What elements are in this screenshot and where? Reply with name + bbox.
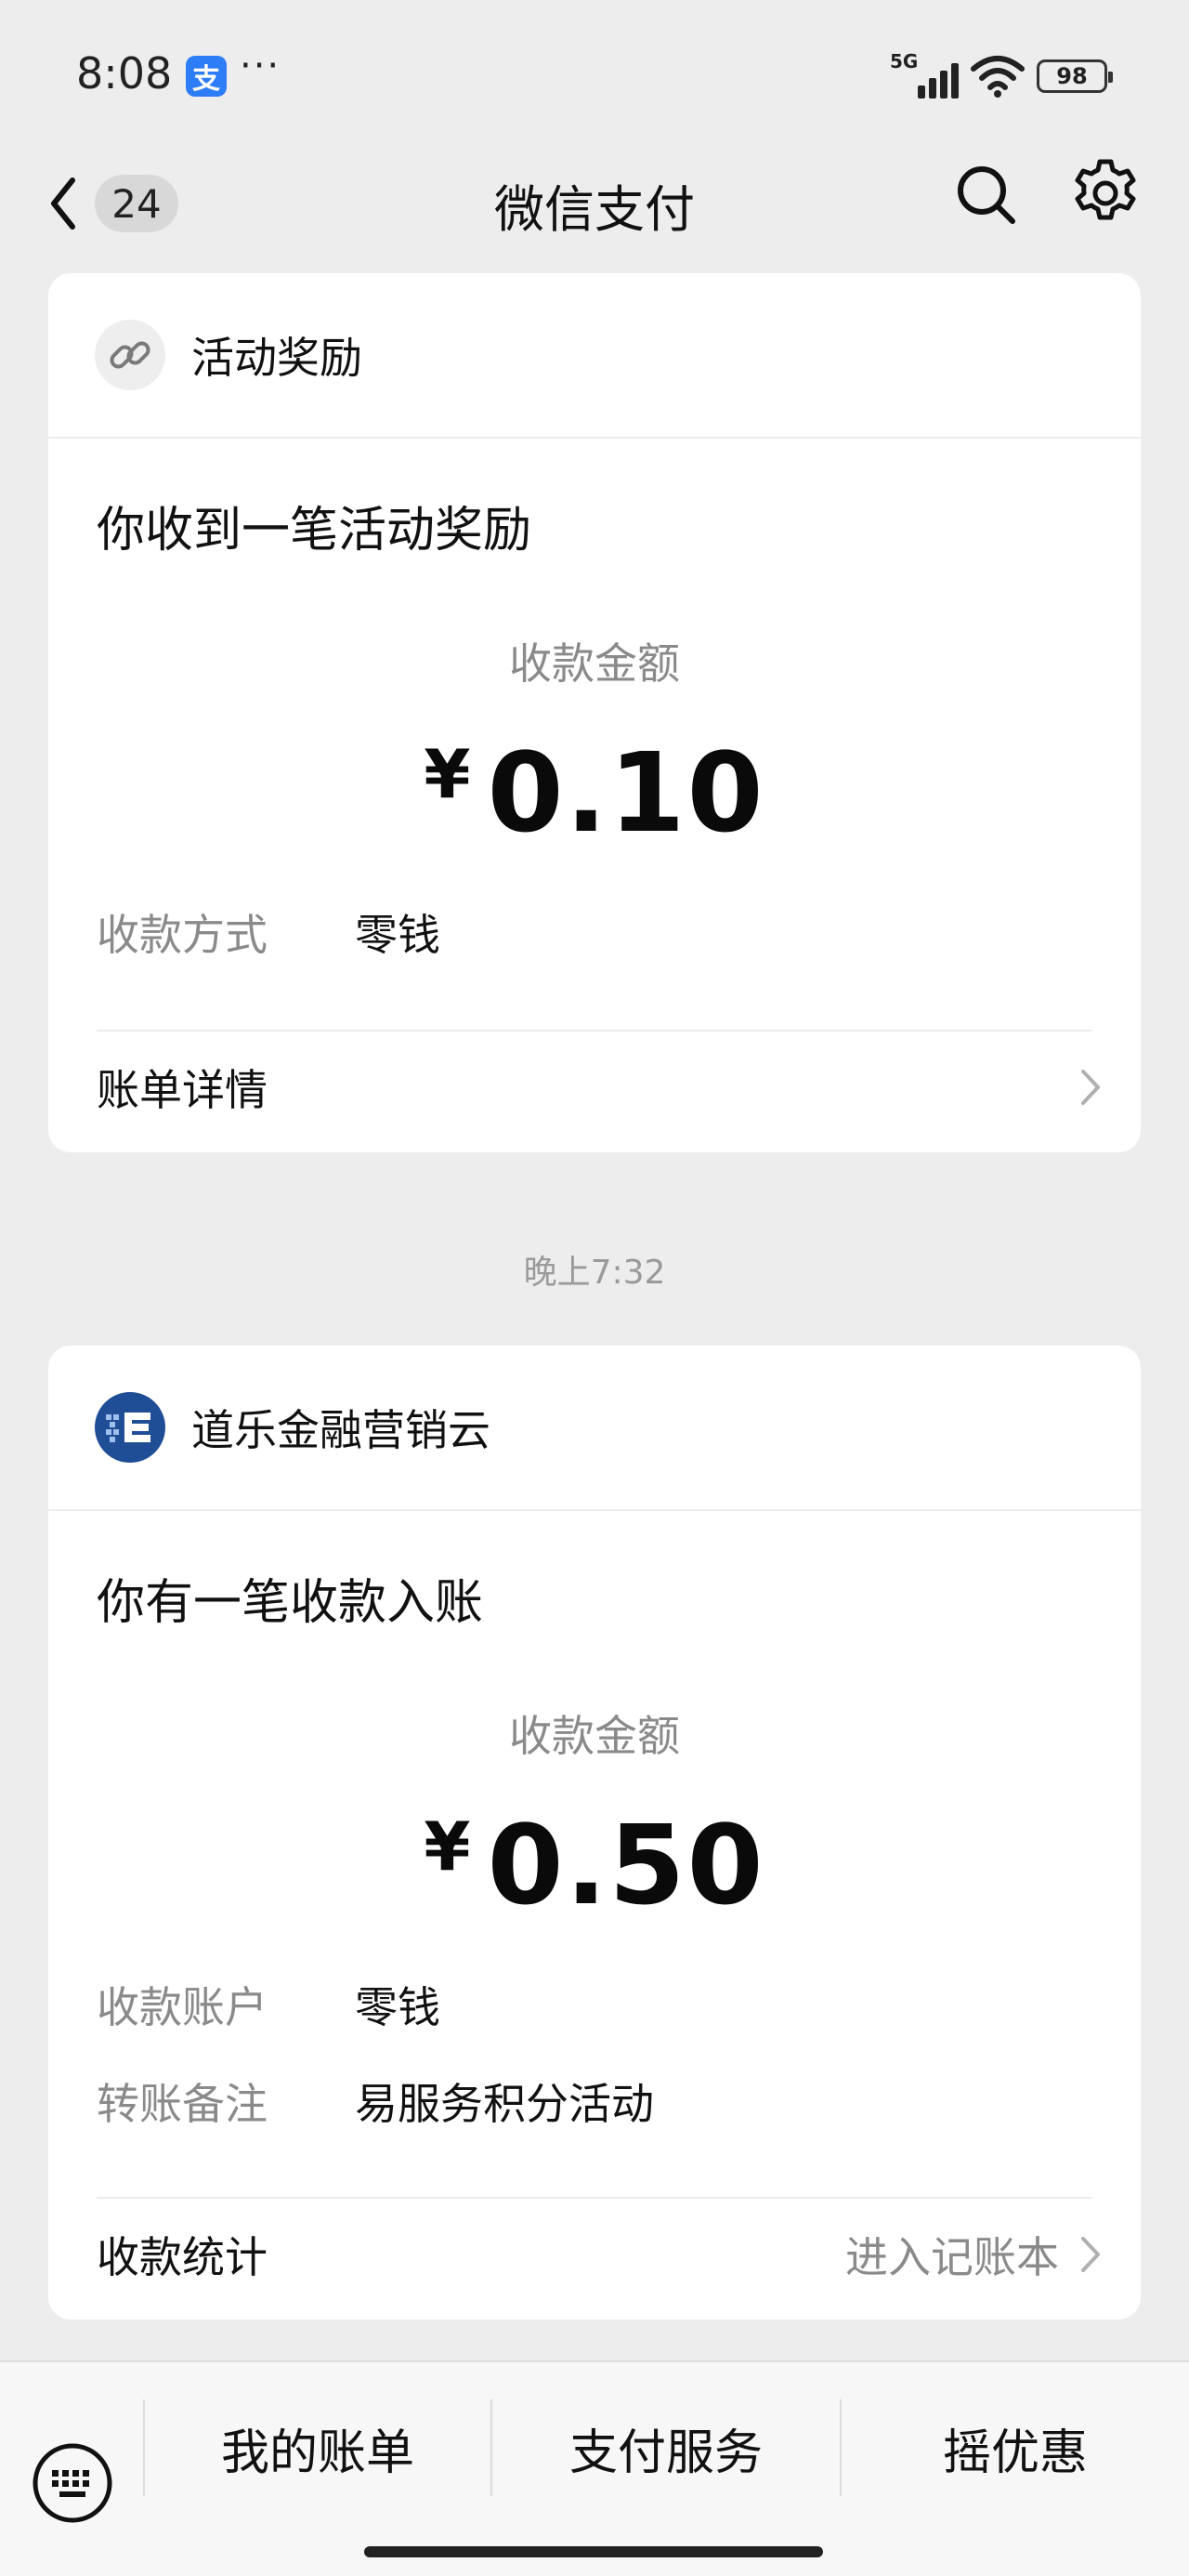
more-notifications-icon: ···: [240, 45, 281, 87]
amount-number: 0.10: [487, 729, 765, 857]
battery-level: 98: [1056, 63, 1088, 89]
payment-stats-label: 收款统计: [97, 2232, 268, 2282]
card-header: 活动奖励: [48, 273, 1141, 439]
amount-label: 收款金额: [509, 638, 680, 689]
keyboard-icon[interactable]: [32, 2442, 113, 2524]
chevron-right-icon: [1081, 2237, 1100, 2272]
search-icon[interactable]: [955, 164, 1018, 227]
amount-label: 收款金额: [509, 1711, 680, 1761]
amount-value: ¥0.10: [48, 729, 1141, 857]
currency-symbol: ¥: [424, 735, 471, 813]
menu-my-bills[interactable]: 我的账单: [145, 2399, 490, 2496]
open-ledger-hint: 进入记账本: [845, 2232, 1059, 2282]
battery-icon: 98: [1037, 59, 1113, 93]
transfer-note-label: 转账备注: [97, 2079, 268, 2129]
home-indicator[interactable]: [364, 2546, 823, 2557]
bill-details-link[interactable]: 账单详情: [97, 1032, 1104, 1143]
status-bar: 8:08 支 ··· 5G 98: [0, 0, 1189, 149]
sender-name: 活动奖励: [191, 333, 362, 383]
bottom-menu-bar: 我的账单 支付服务 摇优惠: [0, 2360, 1189, 2576]
cellular-signal-icon: 5G: [890, 50, 960, 99]
menu-payment-services[interactable]: 支付服务: [492, 2399, 840, 2496]
unread-count-badge[interactable]: 24: [95, 175, 178, 232]
gear-icon[interactable]: [1070, 158, 1141, 229]
alipay-notification-icon: 支: [186, 56, 227, 97]
receiving-account-label: 收款账户: [97, 1982, 268, 2032]
receiving-account-value: 零钱: [355, 1982, 440, 2032]
currency-symbol: ¥: [424, 1807, 471, 1886]
bill-details-label: 账单详情: [97, 1065, 268, 1115]
link-icon: [95, 320, 165, 390]
wifi-icon: [971, 56, 1025, 98]
notice-title: 你有一笔收款入账: [97, 1575, 484, 1631]
daole-logo-icon: [95, 1392, 165, 1463]
sender-name: 道乐金融营销云: [191, 1405, 490, 1455]
message-card-payment-received[interactable]: 道乐金融营销云 你有一笔收款入账 收款金额 ¥0.50 收款账户 零钱 转账备注…: [48, 1346, 1141, 2320]
notice-title: 你收到一笔活动奖励: [97, 503, 532, 559]
payment-method-label: 收款方式: [97, 910, 268, 960]
card-header: 道乐金融营销云: [48, 1346, 1141, 1511]
amount-number: 0.50: [487, 1801, 765, 1929]
menu-shake-deals[interactable]: 摇优惠: [842, 2399, 1189, 2496]
network-type: 5G: [890, 50, 919, 72]
payment-method-value: 零钱: [355, 910, 440, 960]
chevron-right-icon: [1081, 1070, 1100, 1105]
transfer-note-value: 易服务积分活动: [355, 2079, 654, 2129]
payment-stats-link[interactable]: 收款统计 进入记账本: [97, 2199, 1104, 2310]
message-timestamp: 晚上7:32: [523, 1254, 666, 1292]
amount-value: ¥0.50: [48, 1801, 1141, 1929]
message-card-activity-reward[interactable]: 活动奖励 你收到一笔活动奖励 收款金额 ¥0.10 收款方式 零钱 账单详情: [48, 273, 1141, 1152]
status-time: 8:08: [76, 48, 173, 99]
back-icon[interactable]: [41, 169, 87, 238]
